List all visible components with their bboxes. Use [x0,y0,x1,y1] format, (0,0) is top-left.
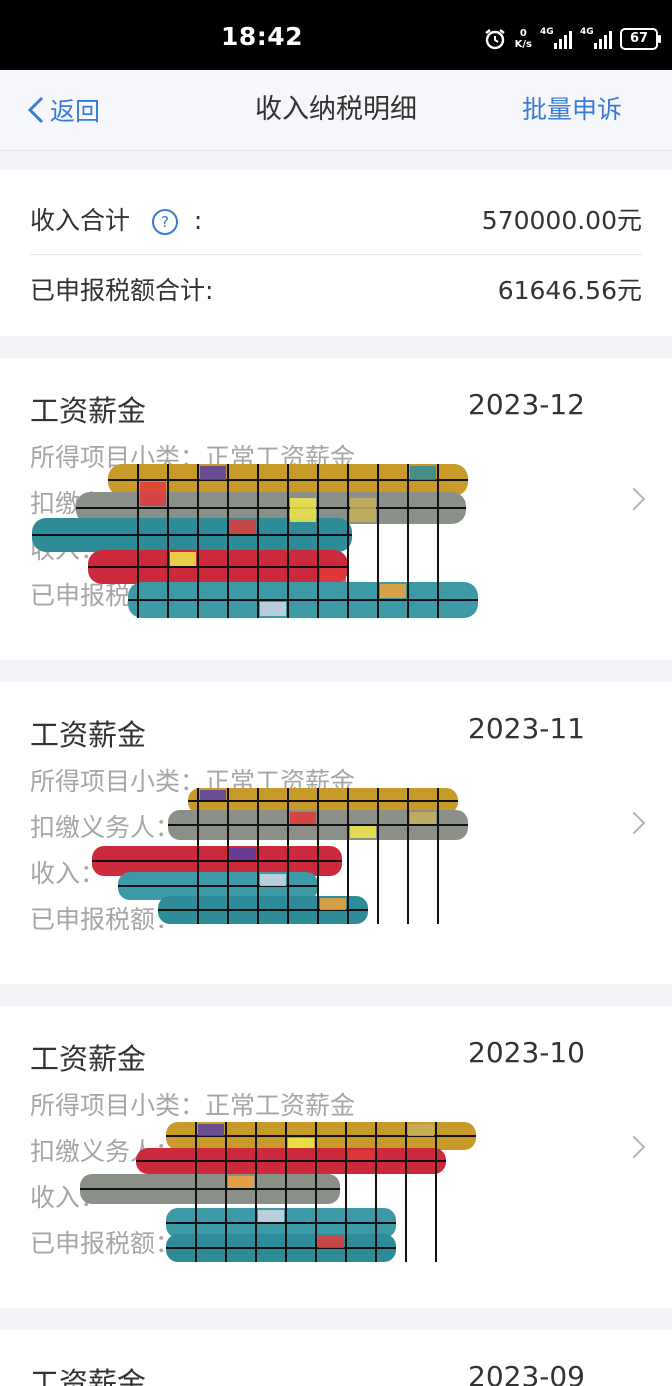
status-time: 18:42 [220,22,304,51]
card-title: 工资薪金 [30,394,147,428]
help-icon[interactable]: ? [151,209,178,235]
redaction-mask [32,464,478,618]
battery-icon: 67 [620,28,661,50]
chevron-right-icon [622,487,646,511]
income-record-card[interactable]: 工资薪金 2023-12 所得项目小类：正常工资薪金 扣缴义务人： 收入： 已申… [0,358,672,660]
redaction-mask [92,788,468,924]
signal-icon-2: 4G [580,27,612,49]
income-total-label-group: 收入合计 ? : [30,201,202,237]
status-icons: 0 K/s 4G 4G 67 [483,22,661,56]
card-date: 2023-09 [468,1360,585,1386]
card-date: 2023-10 [468,1036,585,1069]
signal-label-2: 4G [580,27,594,37]
card-title: 工资薪金 [30,718,147,752]
signal-label: 4G [540,27,554,37]
card-date: 2023-11 [468,712,585,745]
nav-bar: 返回 收入纳税明细 批量申诉 [0,70,672,151]
chevron-right-icon [622,811,646,835]
net-speed-value: 0 [519,28,527,39]
alarm-icon [484,29,505,50]
income-record-card[interactable]: 工资薪金 2023-11 所得项目小类：正常工资薪金 扣缴义务人： 收入： 已申… [0,682,672,984]
card-title: 工资薪金 [30,1042,147,1076]
net-speed: 0 K/s [515,28,532,50]
net-speed-unit: K/s [514,39,532,50]
tax-total-label: 已申报税额合计: [30,276,214,305]
summary-panel: 收入合计 ? : 570000.00元 已申报税额合计: 61646.56元 [0,170,672,336]
card-subcategory: 所得项目小类：正常工资薪金 [30,1091,356,1120]
tax-total-value: 61646.56元 [497,276,642,305]
signal-icon: 4G [540,27,572,49]
income-record-card[interactable]: 工资薪金 2023-10 所得项目小类：正常工资薪金 扣缴义务人： 收入： 已申… [0,1006,672,1308]
status-bar: 18:42 0 K/s 4G 4G 67 [0,0,672,70]
card-date: 2023-12 [468,388,585,421]
tax-total-row: 已申报税额合计: 61646.56元 [30,254,642,324]
income-total-value: 570000.00元 [481,206,642,235]
income-record-card[interactable]: 工资薪金 2023-09 [0,1330,672,1386]
income-total-colon: : [193,206,203,235]
income-total-label: 收入合计 [30,206,131,235]
batch-appeal-button[interactable]: 批量申诉 [522,92,622,128]
income-total-row: 收入合计 ? : 570000.00元 [30,184,642,255]
redaction-mask [80,1122,476,1262]
card-title: 工资薪金 [30,1366,147,1386]
chevron-right-icon [622,1135,646,1159]
